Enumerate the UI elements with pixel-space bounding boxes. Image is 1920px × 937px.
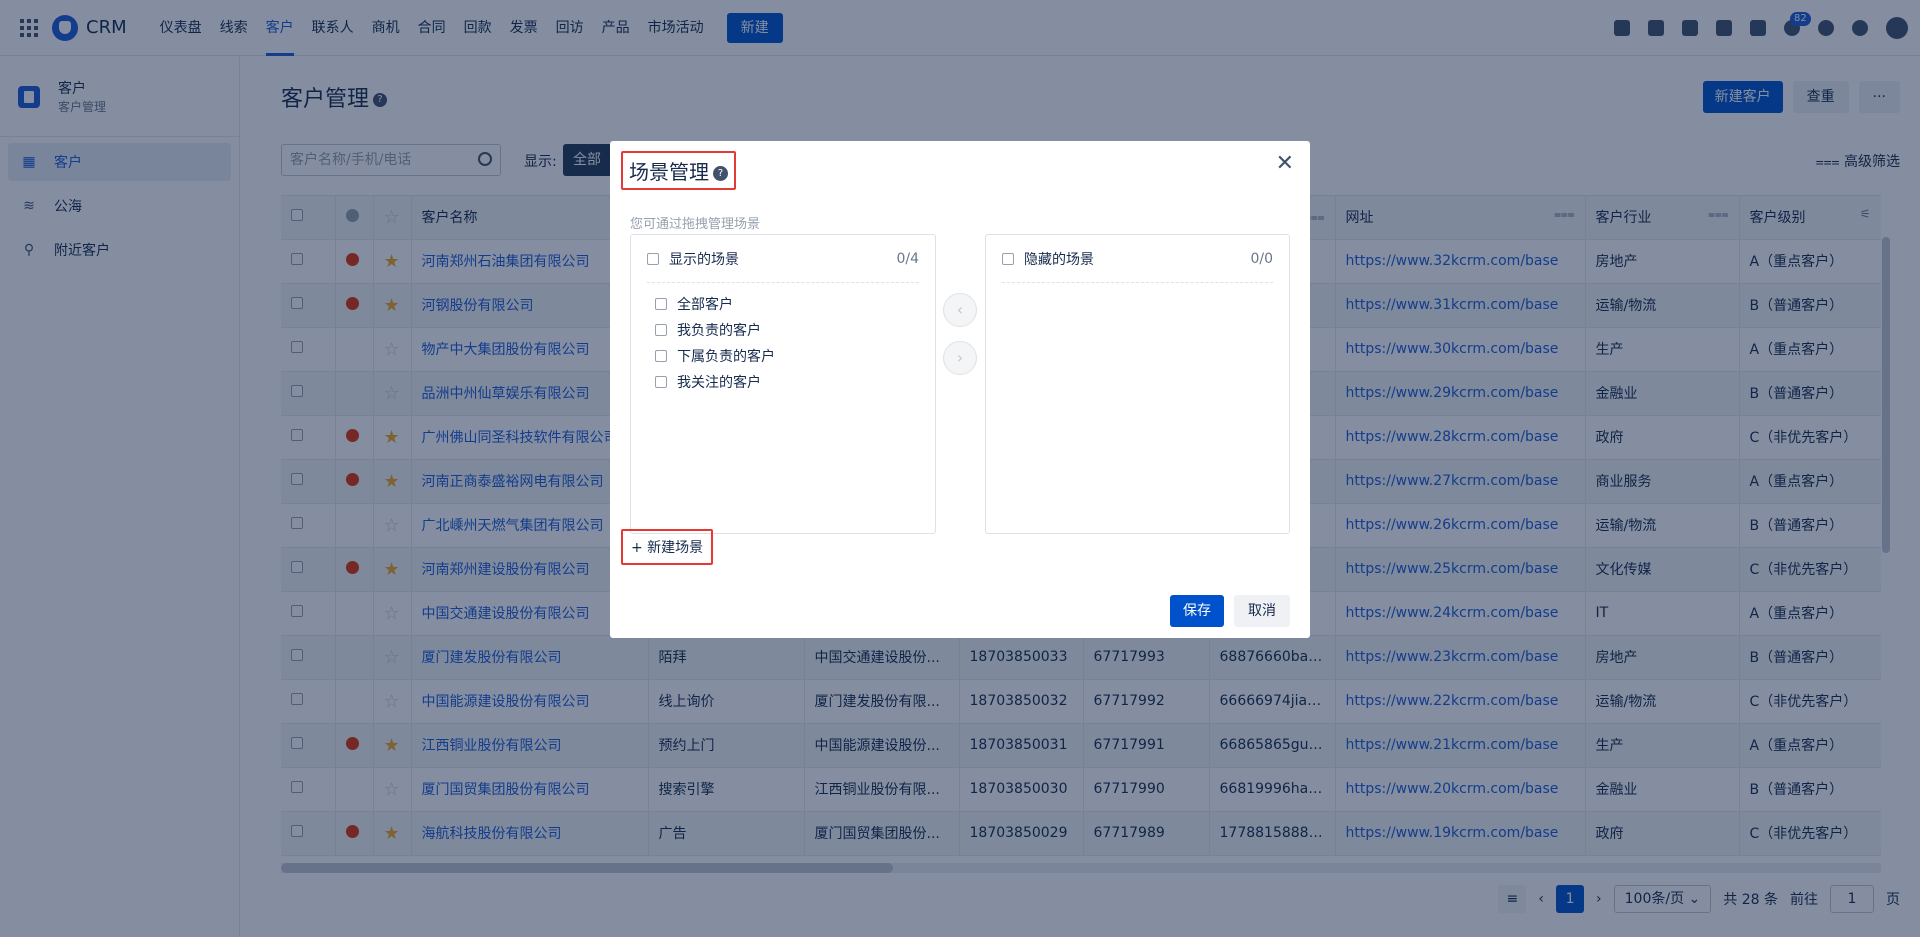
dialog-tip: 您可通过拖拽管理场景 xyxy=(630,217,761,232)
shown-scenes-label: 显示的场景 xyxy=(669,251,739,268)
checkbox[interactable] xyxy=(655,324,667,336)
scene-label: 我负责的客户 xyxy=(677,323,761,339)
add-scene-button[interactable]: + 新建场景 xyxy=(621,529,714,565)
scene-label: 我关注的客户 xyxy=(677,375,761,391)
close-icon[interactable]: ✕ xyxy=(1276,151,1294,176)
help-icon[interactable]: ? xyxy=(713,166,728,181)
scene-item-mine[interactable]: 我负责的客户 xyxy=(655,317,935,343)
checkbox[interactable] xyxy=(655,298,667,310)
checkbox[interactable] xyxy=(655,376,667,388)
checkbox[interactable] xyxy=(655,350,667,362)
shown-scenes-count: 0/4 xyxy=(896,250,919,267)
hidden-select-all-checkbox[interactable] xyxy=(1002,252,1014,265)
save-button[interactable]: 保存 xyxy=(1170,595,1224,627)
shown-select-all-checkbox[interactable] xyxy=(647,252,659,265)
cancel-button[interactable]: 取消 xyxy=(1234,595,1290,627)
scene-label: 下属负责的客户 xyxy=(677,349,775,365)
scene-manage-dialog: 场景管理? ✕ 您可通过拖拽管理场景 显示的场景 0/4 全部客户 我负责的客户… xyxy=(610,141,1310,638)
shown-scenes-list: 全部客户 我负责的客户 下属负责的客户 我关注的客户 xyxy=(631,283,935,395)
shown-scenes-panel: 显示的场景 0/4 全部客户 我负责的客户 下属负责的客户 我关注的客户 xyxy=(630,234,936,534)
hidden-scenes-count: 0/0 xyxy=(1250,250,1273,267)
scene-item-followed[interactable]: 我关注的客户 xyxy=(655,369,935,395)
scene-label: 全部客户 xyxy=(677,297,733,313)
scene-item-subordinates[interactable]: 下属负责的客户 xyxy=(655,343,935,369)
hidden-scenes-label: 隐藏的场景 xyxy=(1024,251,1094,268)
dialog-title: 场景管理? xyxy=(621,151,736,190)
shown-scenes-header: 显示的场景 0/4 xyxy=(647,235,919,283)
dialog-title-text: 场景管理 xyxy=(629,160,709,184)
scene-item-all[interactable]: 全部客户 xyxy=(655,291,935,317)
move-right-icon[interactable]: › xyxy=(943,341,977,375)
hidden-scenes-panel: 隐藏的场景 0/0 xyxy=(985,234,1290,534)
move-left-icon[interactable]: ‹ xyxy=(943,293,977,327)
hidden-scenes-header: 隐藏的场景 0/0 xyxy=(1002,235,1273,283)
